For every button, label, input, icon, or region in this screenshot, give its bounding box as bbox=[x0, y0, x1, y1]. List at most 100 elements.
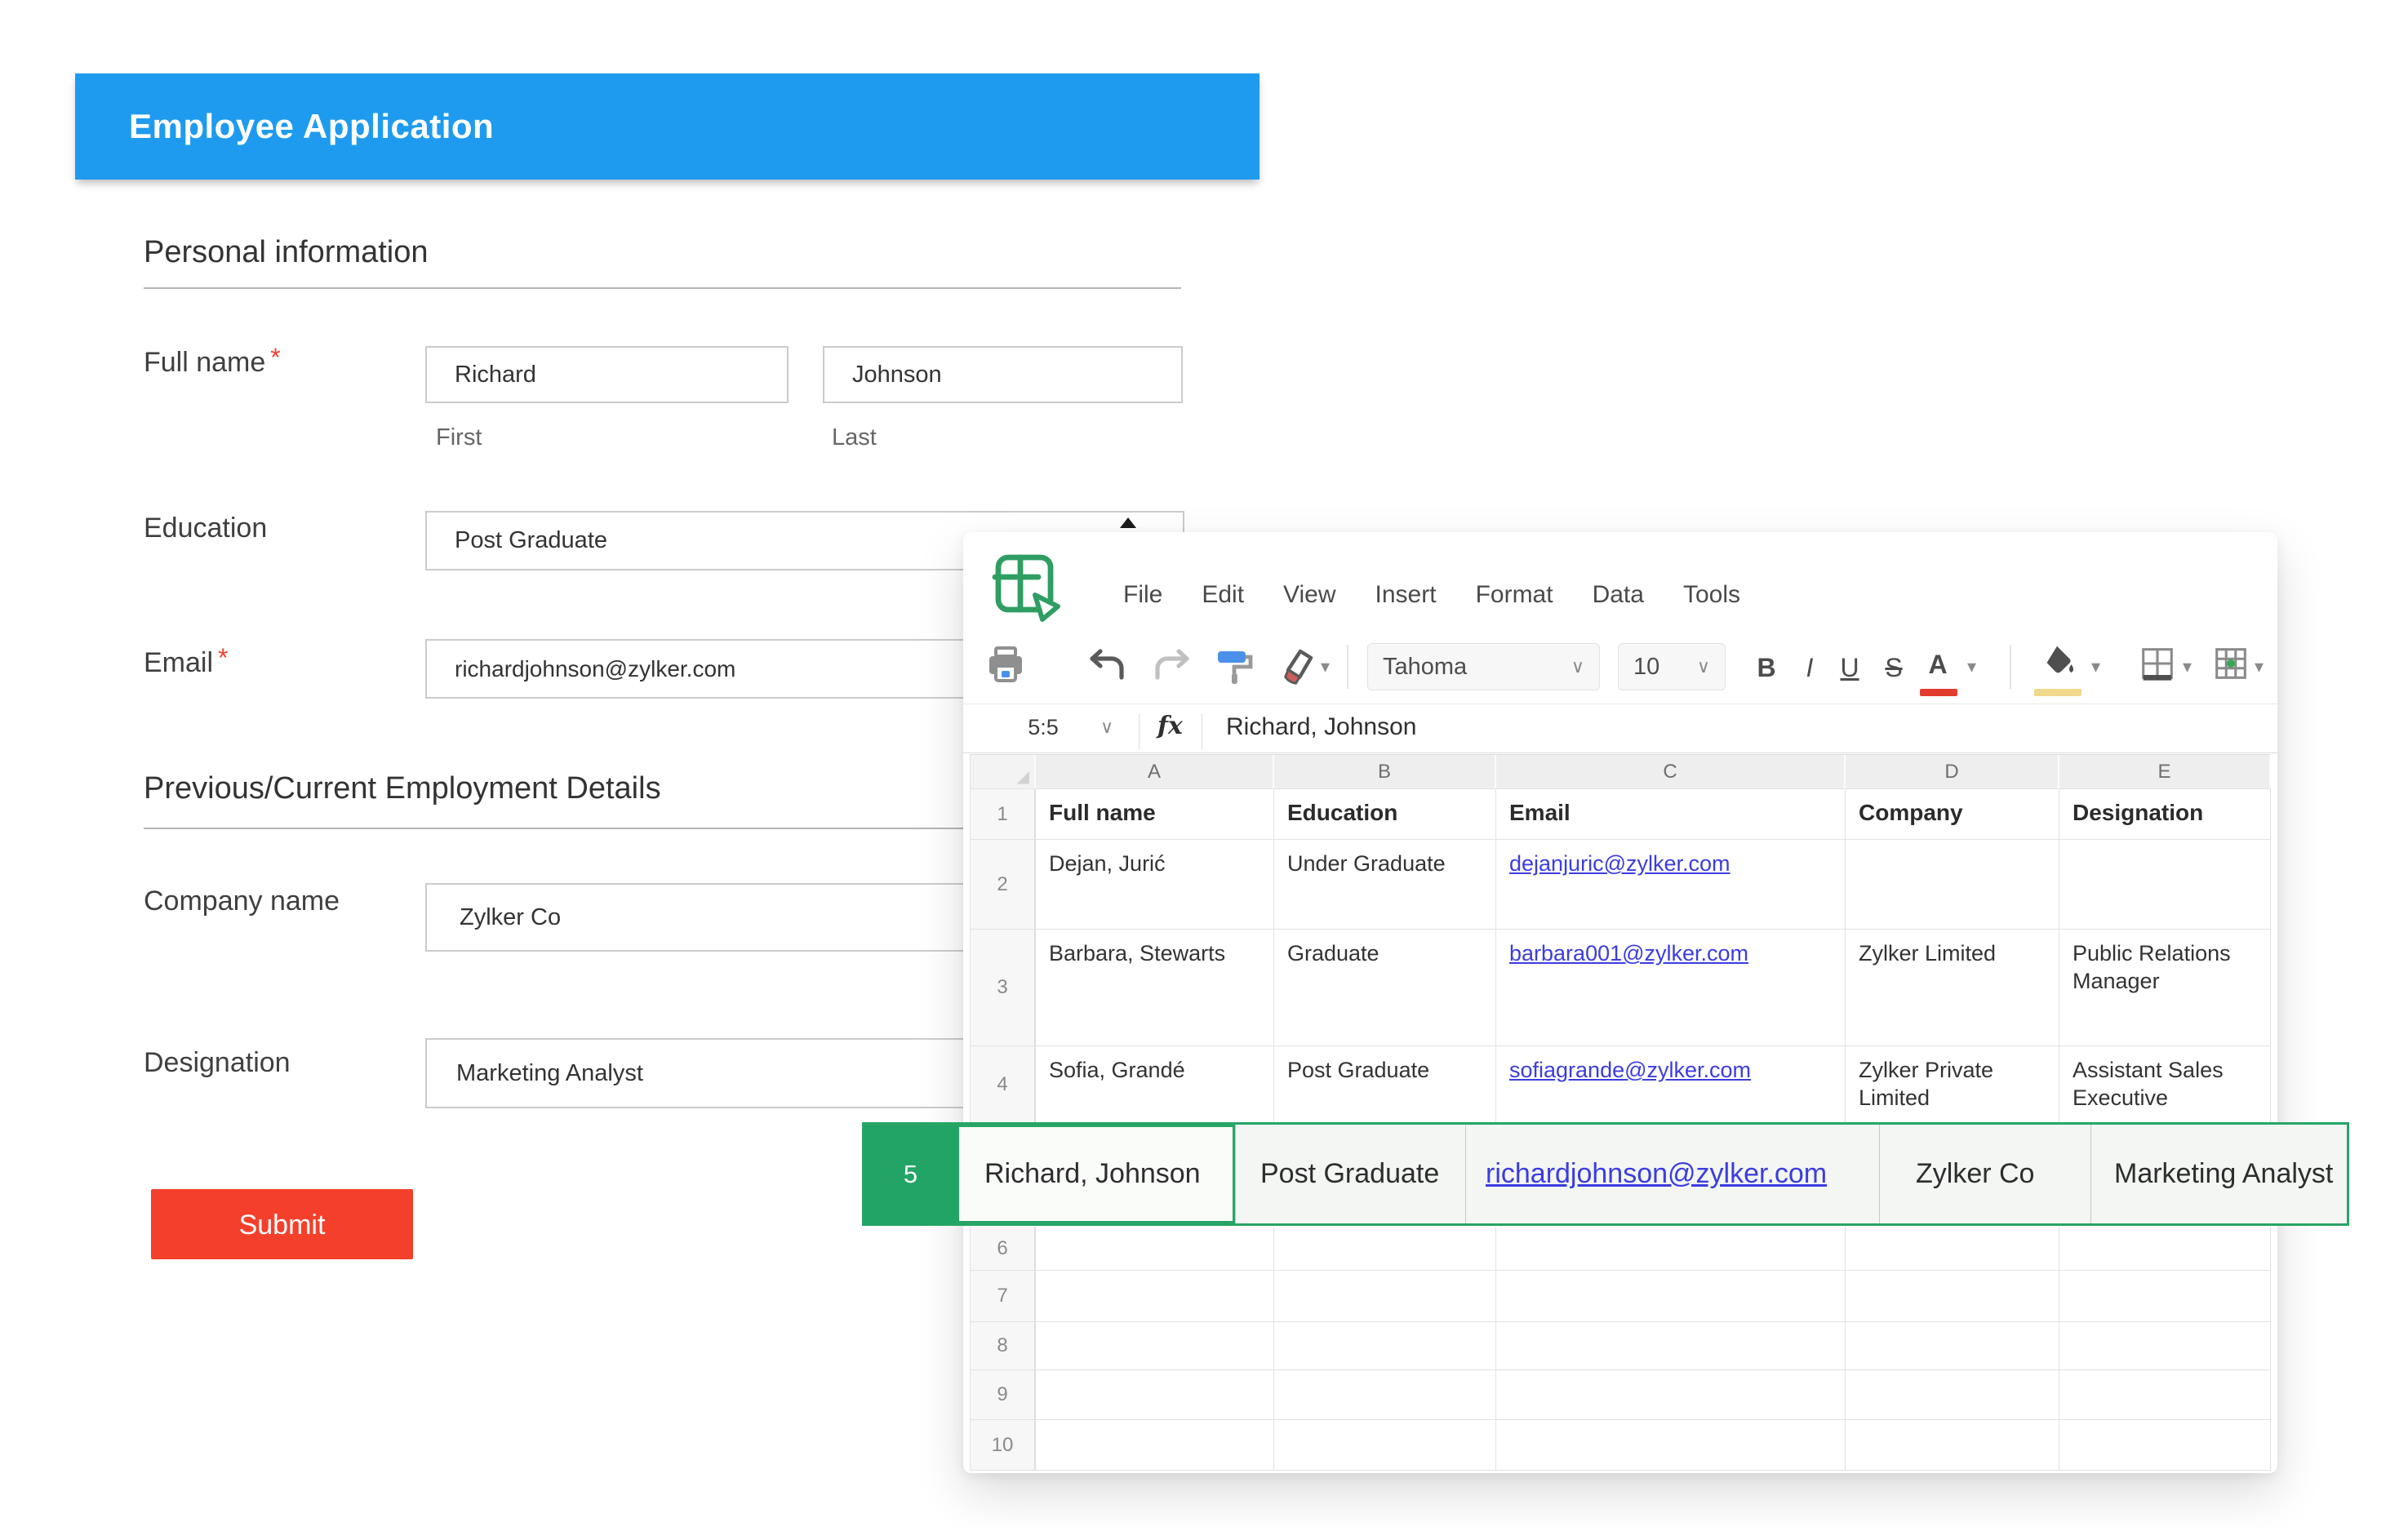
row-header[interactable]: 6 bbox=[971, 1227, 1036, 1270]
email-link[interactable]: barbara001@zylker.com bbox=[1509, 941, 1748, 965]
fill-color-dropdown-icon[interactable]: ▾ bbox=[2091, 656, 2100, 677]
submit-button[interactable]: Submit bbox=[151, 1189, 413, 1259]
email-label: Email* bbox=[144, 643, 228, 679]
borders-button[interactable] bbox=[2137, 643, 2178, 684]
font-size-dropdown[interactable]: 10 ∨ bbox=[1618, 643, 1726, 690]
cell-e4[interactable]: Assistant Sales Executive bbox=[2059, 1046, 2271, 1123]
column-header-b[interactable]: B bbox=[1274, 755, 1496, 788]
merge-cells-button[interactable] bbox=[2210, 643, 2251, 684]
redo-button[interactable] bbox=[1151, 645, 1193, 687]
cell-a5[interactable]: Richard, Johnson bbox=[957, 1125, 1235, 1223]
row-header-5[interactable]: 5 bbox=[864, 1125, 957, 1223]
menu-view[interactable]: View bbox=[1283, 581, 1335, 609]
cell-d1[interactable]: Company bbox=[1846, 789, 2059, 839]
menu-bar: File Edit View Insert Format Data Tools bbox=[1123, 581, 1740, 609]
full-name-label: Full name* bbox=[144, 343, 281, 379]
menu-format[interactable]: Format bbox=[1476, 581, 1553, 609]
cell-a2[interactable]: Dejan, Jurić bbox=[1036, 840, 1274, 929]
first-name-input[interactable] bbox=[425, 346, 789, 403]
row-header[interactable]: 8 bbox=[971, 1322, 1036, 1369]
menu-data[interactable]: Data bbox=[1593, 581, 1644, 609]
chevron-down-icon: ∨ bbox=[1697, 656, 1710, 677]
borders-icon bbox=[2137, 643, 2178, 684]
row-header[interactable]: 9 bbox=[971, 1370, 1036, 1419]
cell-a1[interactable]: Full name bbox=[1036, 789, 1274, 839]
underline-button[interactable]: U bbox=[1832, 648, 1868, 687]
eraser-icon bbox=[1273, 645, 1316, 687]
column-header-row: ◢ A B C D E bbox=[971, 755, 2271, 789]
cell-b5[interactable]: Post Graduate bbox=[1235, 1125, 1465, 1223]
cell-b3[interactable]: Graduate bbox=[1274, 930, 1496, 1045]
column-header-e[interactable]: E bbox=[2059, 755, 2271, 788]
email-link[interactable]: dejanjuric@zylker.com bbox=[1509, 851, 1730, 876]
email-link[interactable]: richardjohnson@zylker.com bbox=[1486, 1158, 1827, 1190]
font-color-button[interactable]: A bbox=[1920, 645, 1956, 684]
merge-dropdown-icon[interactable]: ▾ bbox=[2255, 656, 2264, 677]
column-header-d[interactable]: D bbox=[1846, 755, 2059, 788]
cell-c4[interactable]: sofiagrande@zylker.com bbox=[1496, 1046, 1846, 1123]
cell-c1[interactable]: Email bbox=[1496, 789, 1846, 839]
cell-c2[interactable]: dejanjuric@zylker.com bbox=[1496, 840, 1846, 929]
table-row: 6 bbox=[971, 1227, 2271, 1271]
row-header[interactable]: 4 bbox=[971, 1046, 1036, 1123]
cell-e3[interactable]: Public Relations Manager bbox=[2059, 930, 2271, 1045]
column-header-a[interactable]: A bbox=[1036, 755, 1274, 788]
menu-file[interactable]: File bbox=[1123, 581, 1162, 609]
name-box[interactable]: 5:5 bbox=[1002, 715, 1084, 740]
row-header[interactable]: 10 bbox=[971, 1420, 1036, 1470]
bold-button[interactable]: B bbox=[1748, 648, 1784, 687]
table-row: 1 Full name Education Email Company Desi… bbox=[971, 789, 2271, 840]
menu-tools[interactable]: Tools bbox=[1683, 581, 1740, 609]
eraser-dropdown-icon[interactable]: ▾ bbox=[1321, 656, 1330, 677]
cell-d2[interactable] bbox=[1846, 840, 2059, 929]
cell-d4[interactable]: Zylker Private Limited bbox=[1846, 1046, 2059, 1123]
formula-bar-divider bbox=[1139, 713, 1140, 749]
cell-b2[interactable]: Under Graduate bbox=[1274, 840, 1496, 929]
designation-label: Designation bbox=[144, 1047, 291, 1079]
column-header-c[interactable]: C bbox=[1496, 755, 1846, 788]
menu-insert[interactable]: Insert bbox=[1375, 581, 1437, 609]
formula-input[interactable]: Richard, Johnson bbox=[1226, 713, 2246, 741]
cell-b1[interactable]: Education bbox=[1274, 789, 1496, 839]
italic-button[interactable]: I bbox=[1794, 648, 1825, 687]
cell-a4[interactable]: Sofia, Grandé bbox=[1036, 1046, 1274, 1123]
select-up-arrow-icon[interactable] bbox=[1120, 517, 1136, 528]
cell-a3[interactable]: Barbara, Stewarts bbox=[1036, 930, 1274, 1045]
font-color-dropdown-icon[interactable]: ▾ bbox=[1967, 656, 1976, 677]
row-header[interactable]: 2 bbox=[971, 840, 1036, 929]
cell-c5[interactable]: richardjohnson@zylker.com bbox=[1465, 1125, 1879, 1223]
cell-c3[interactable]: barbara001@zylker.com bbox=[1496, 930, 1846, 1045]
print-button[interactable] bbox=[984, 645, 1027, 687]
name-box-dropdown-icon[interactable]: ∨ bbox=[1100, 717, 1113, 738]
undo-button[interactable] bbox=[1086, 645, 1128, 687]
paint-roller-icon bbox=[1213, 645, 1255, 687]
fill-color-button[interactable] bbox=[2037, 641, 2078, 682]
select-all-corner[interactable]: ◢ bbox=[971, 755, 1036, 788]
cell-e5[interactable]: Marketing Analyst bbox=[2090, 1125, 2347, 1223]
toolbar-divider bbox=[1347, 645, 1348, 689]
cell-b4[interactable]: Post Graduate bbox=[1274, 1046, 1496, 1123]
email-link[interactable]: sofiagrande@zylker.com bbox=[1509, 1058, 1751, 1082]
paint-format-button[interactable] bbox=[1213, 645, 1255, 687]
required-asterisk: * bbox=[265, 343, 280, 372]
menu-edit[interactable]: Edit bbox=[1202, 581, 1244, 609]
cell-d5[interactable]: Zylker Co bbox=[1879, 1125, 2090, 1223]
last-name-input[interactable] bbox=[823, 346, 1183, 403]
cell-e2[interactable] bbox=[2059, 840, 2271, 929]
row-header[interactable]: 1 bbox=[971, 789, 1036, 839]
borders-dropdown-icon[interactable]: ▾ bbox=[2183, 656, 2192, 677]
font-size-value: 10 bbox=[1633, 654, 1659, 681]
strikethrough-button[interactable]: S bbox=[1876, 648, 1912, 687]
table-row: 2 Dejan, Jurić Under Graduate dejanjuric… bbox=[971, 840, 2271, 930]
erase-format-button[interactable] bbox=[1273, 645, 1316, 687]
font-family-dropdown[interactable]: Tahoma ∨ bbox=[1367, 643, 1600, 690]
printer-icon bbox=[984, 645, 1027, 687]
cell-e1[interactable]: Designation bbox=[2059, 789, 2271, 839]
cell-d3[interactable]: Zylker Limited bbox=[1846, 930, 2059, 1045]
row-header[interactable]: 7 bbox=[971, 1271, 1036, 1321]
section-heading-employment: Previous/Current Employment Details bbox=[144, 771, 661, 806]
row-header[interactable]: 3 bbox=[971, 930, 1036, 1045]
font-color-swatch bbox=[1920, 689, 1957, 696]
redo-icon bbox=[1151, 645, 1193, 687]
last-name-helper: Last bbox=[832, 424, 877, 451]
